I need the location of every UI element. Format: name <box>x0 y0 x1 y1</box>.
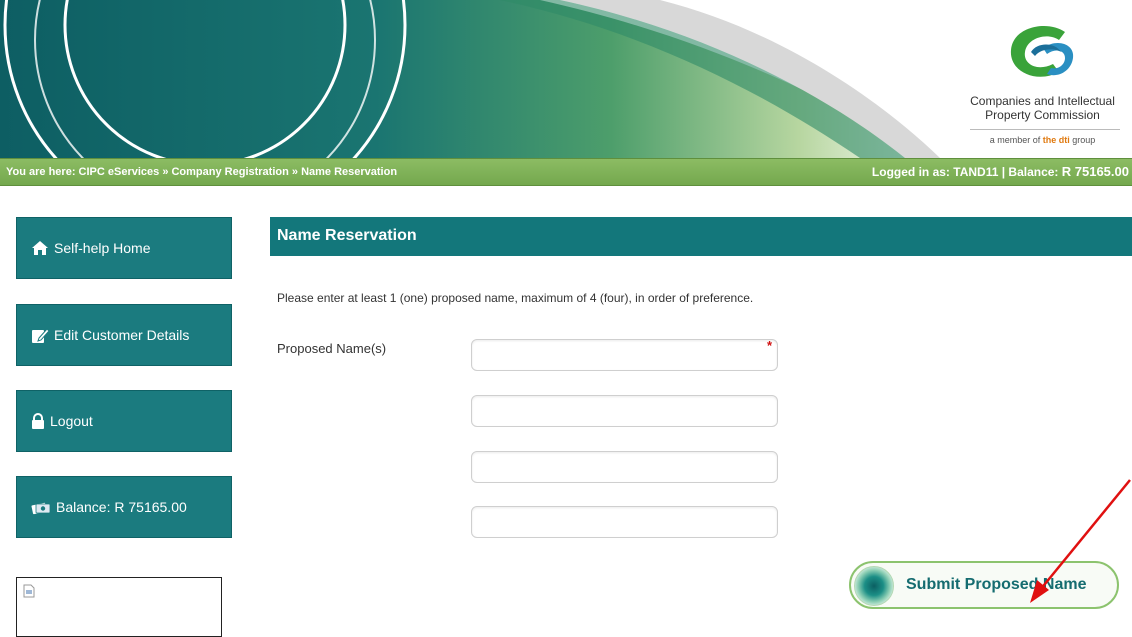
orb-icon <box>854 566 894 606</box>
sidebar-item-logout[interactable]: Logout <box>16 390 232 452</box>
cipc-logo: Companies and Intellectual Property Comm… <box>955 18 1130 158</box>
sidebar-item-label: Edit Customer Details <box>54 327 190 343</box>
proposed-name-input-3[interactable] <box>471 451 778 483</box>
breadcrumb: You are here: CIPC eServices » Company R… <box>6 166 398 178</box>
header-balance: R 75165.00 <box>1061 164 1129 179</box>
member-brand: the dti <box>1042 135 1070 145</box>
home-icon <box>32 241 48 255</box>
proposed-name-input-4[interactable] <box>471 506 778 538</box>
sidebar-item-label: Logout <box>50 413 93 429</box>
proposed-names-label: Proposed Name(s) <box>277 341 387 356</box>
member-prefix: a member of <box>989 135 1043 145</box>
submit-proposed-name-button[interactable]: Submit Proposed Name <box>849 561 1119 609</box>
required-marker: * <box>767 338 773 353</box>
balance-icon <box>31 502 51 515</box>
edit-icon <box>32 327 49 343</box>
logo-divider <box>970 129 1120 130</box>
org-name-line1: Companies and Intellectual <box>970 94 1115 108</box>
login-user: Logged in as: TAND11 | Balance: <box>871 165 1062 179</box>
instruction-text: Please enter at least 1 (one) proposed n… <box>277 291 754 305</box>
org-name-line2: Property Commission <box>985 108 1100 122</box>
org-name: Companies and Intellectual Property Comm… <box>955 94 1130 122</box>
lock-icon <box>32 413 44 429</box>
submit-label: Submit Proposed Name <box>906 576 1087 593</box>
header-banner: Companies and Intellectual Property Comm… <box>0 0 1132 158</box>
breadcrumb-bar: You are here: CIPC eServices » Company R… <box>0 158 1132 186</box>
member-tagline: a member of the dti group <box>955 135 1130 145</box>
member-suffix: group <box>1069 135 1096 145</box>
sidebar-item-label: Self-help Home <box>54 240 151 256</box>
proposed-name-input-2[interactable] <box>471 395 778 427</box>
broken-image-placeholder <box>16 577 222 637</box>
login-status: Logged in as: TAND11 | Balance: R 75165.… <box>872 159 1129 185</box>
sidebar-item-edit-customer-details[interactable]: Edit Customer Details <box>16 304 232 366</box>
sidebar-item-balance[interactable]: Balance: R 75165.00 <box>16 476 232 538</box>
proposed-name-input-1[interactable] <box>471 339 778 371</box>
broken-image-icon <box>23 584 35 598</box>
cipc-logo-icon <box>1010 26 1074 77</box>
page-title: Name Reservation <box>270 217 1132 256</box>
sidebar-item-self-help-home[interactable]: Self-help Home <box>16 217 232 279</box>
sidebar-item-label: Balance: R 75165.00 <box>56 499 187 515</box>
